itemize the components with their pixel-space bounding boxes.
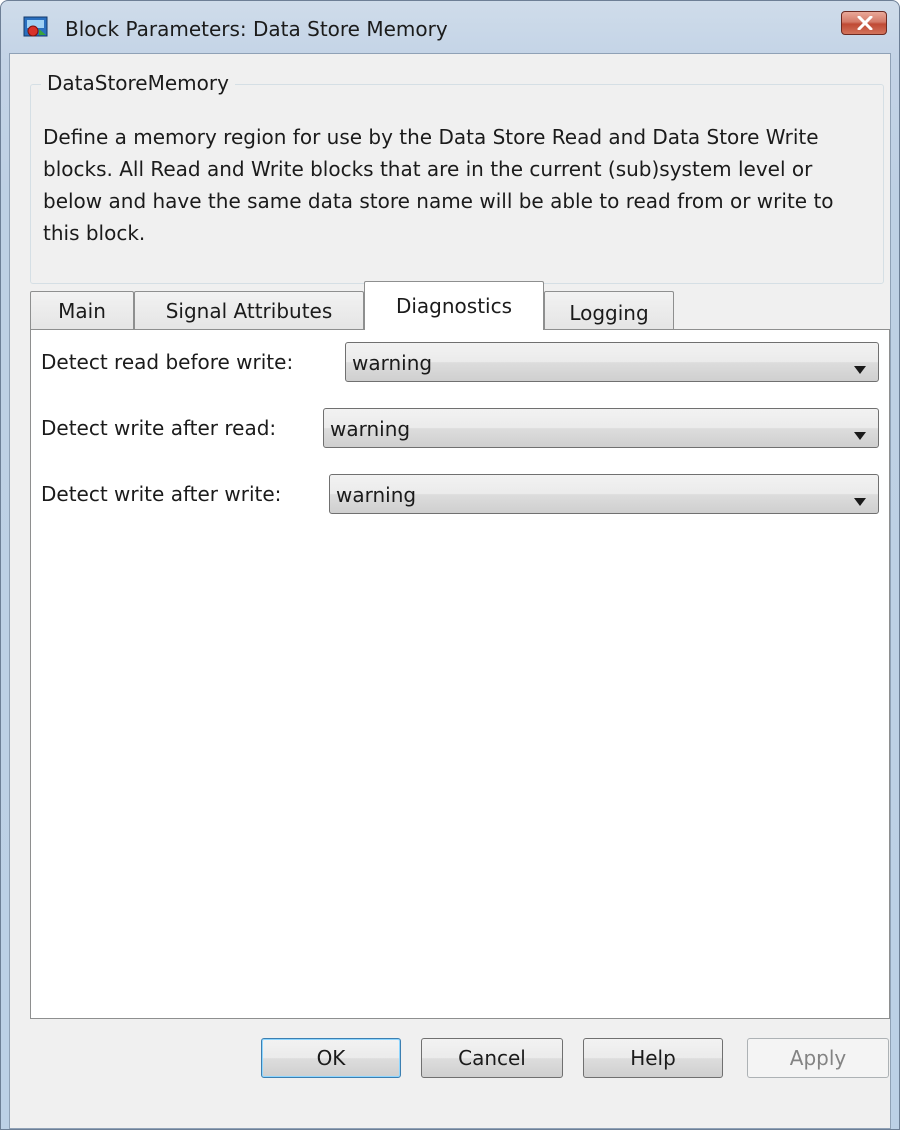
read-before-write-label: Detect read before write:	[41, 350, 294, 374]
chevron-down-icon	[854, 491, 866, 510]
title-bar[interactable]: Block Parameters: Data Store Memory	[1, 1, 899, 53]
write-after-read-dropdown[interactable]: warning	[323, 408, 879, 448]
block-type-title: DataStoreMemory	[41, 71, 235, 95]
write-after-read-label: Detect write after read:	[41, 416, 277, 440]
diagnostics-panel: Detect read before write: warning Detect…	[30, 329, 890, 1019]
tab-signal-attributes-label: Signal Attributes	[165, 299, 333, 323]
tab-main[interactable]: Main	[30, 291, 134, 329]
parameter-tabs: Main Signal Attributes Diagnostics Loggi…	[30, 281, 890, 330]
dialog-client-area: DataStoreMemory Define a memory region f…	[9, 53, 891, 1129]
apply-button[interactable]: Apply	[747, 1038, 889, 1078]
read-before-write-dropdown[interactable]: warning	[345, 342, 879, 382]
write-after-write-dropdown[interactable]: warning	[329, 474, 879, 514]
dialog-window: Block Parameters: Data Store Memory Data…	[0, 0, 900, 1130]
tab-diagnostics[interactable]: Diagnostics	[364, 281, 544, 330]
chevron-down-icon	[854, 359, 866, 378]
tab-diagnostics-label: Diagnostics	[395, 294, 513, 318]
simulink-block-icon	[23, 15, 49, 39]
cancel-button[interactable]: Cancel	[421, 1038, 563, 1078]
block-description-group: DataStoreMemory Define a memory region f…	[30, 71, 884, 284]
tab-logging[interactable]: Logging	[544, 291, 674, 329]
window-title: Block Parameters: Data Store Memory	[65, 17, 448, 41]
chevron-down-icon	[854, 425, 866, 444]
write-after-write-label: Detect write after write:	[41, 482, 282, 506]
block-description: Define a memory region for use by the Da…	[43, 125, 834, 245]
ok-button[interactable]: OK	[261, 1038, 401, 1078]
help-button[interactable]: Help	[583, 1038, 723, 1078]
write-after-read-value: warning	[330, 417, 411, 441]
tab-logging-label: Logging	[569, 301, 649, 325]
tab-main-label: Main	[58, 299, 106, 323]
write-after-write-value: warning	[336, 483, 417, 507]
close-button[interactable]	[841, 11, 887, 35]
tab-signal-attributes[interactable]: Signal Attributes	[134, 291, 364, 329]
read-before-write-value: warning	[352, 351, 433, 375]
